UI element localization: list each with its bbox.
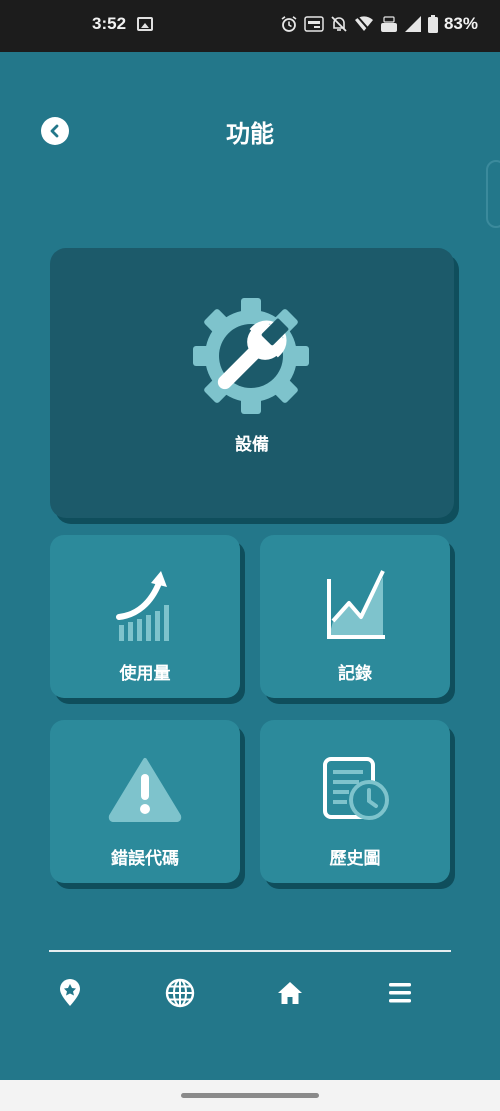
record-card[interactable]: 記錄: [260, 535, 450, 698]
home-icon: [278, 982, 302, 1004]
nav-globe[interactable]: [163, 976, 197, 1010]
menu-icon: [389, 983, 411, 1003]
gear-wrench-icon: [193, 298, 309, 414]
battery-icon: [427, 15, 438, 33]
equipment-card[interactable]: 設備: [50, 248, 454, 518]
history-document-icon: [323, 757, 389, 820]
status-bar: 3:52 83%: [0, 0, 500, 52]
page-title: 功能: [226, 120, 274, 148]
alarm-icon: [281, 16, 297, 32]
nav-divider: [49, 950, 451, 952]
equipment-label: 設備: [235, 435, 269, 455]
battery-percent: 83%: [443, 14, 478, 33]
warning-icon: [108, 758, 182, 822]
usage-card[interactable]: 使用量: [50, 535, 240, 698]
status-time: 3:52: [92, 14, 127, 33]
nav-menu[interactable]: [383, 976, 417, 1010]
signal-icon: [404, 16, 421, 32]
nav-location[interactable]: [53, 976, 87, 1010]
error-code-label: 錯誤代碼: [111, 849, 179, 869]
growth-chart-icon: [116, 571, 169, 641]
error-code-card[interactable]: 錯誤代碼: [50, 720, 240, 883]
nav-home[interactable]: [273, 976, 307, 1010]
history-chart-card[interactable]: 歷史圖: [260, 720, 450, 883]
area-chart-icon: [327, 570, 385, 639]
gesture-pill[interactable]: [181, 1093, 319, 1098]
globe-icon: [165, 978, 195, 1008]
mute-icon: [331, 16, 347, 32]
status-icons: 83%: [280, 14, 478, 34]
system-gesture-area: [0, 1080, 500, 1111]
record-label: 記錄: [338, 664, 372, 684]
history-chart-label: 歷史圖: [329, 849, 381, 869]
edge-panel-handle[interactable]: [486, 160, 500, 228]
usage-label: 使用量: [119, 664, 171, 684]
gallery-icon: [137, 17, 153, 31]
volte-icon: [380, 16, 397, 32]
wifi-icon: [354, 15, 373, 33]
location-pin-icon: [60, 979, 80, 1006]
auto-hz-icon: [304, 16, 324, 32]
